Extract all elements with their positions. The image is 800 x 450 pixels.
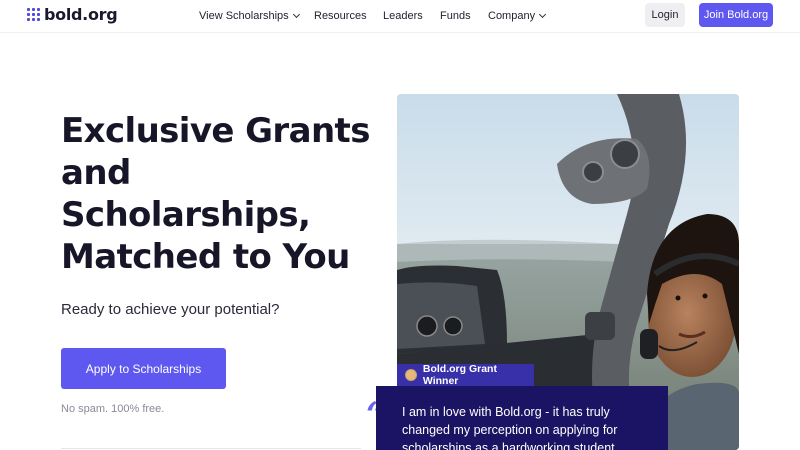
testimonial-quote-line: I am in love with Bold.org - it has trul… (402, 405, 610, 419)
login-button[interactable]: Login (645, 3, 685, 27)
nav-item-label: Funds (440, 10, 471, 22)
nav-item-company[interactable]: Company (488, 10, 547, 22)
nav-item-label: Company (488, 10, 536, 22)
nav-item-resources[interactable]: Resources (314, 10, 367, 22)
hero-title-line: Matched to You (61, 237, 350, 277)
hero-title-line: and (61, 153, 131, 193)
chevron-down-icon (539, 10, 547, 19)
testimonial-card: I am in love with Bold.org - it has trul… (376, 386, 668, 450)
section-divider (61, 448, 361, 449)
nav-item-label: Resources (314, 10, 367, 22)
hero-title-line: Scholarships, (61, 195, 311, 235)
nav-item-funds[interactable]: Funds (440, 10, 471, 22)
hero-subtitle: Ready to achieve your potential? (61, 301, 280, 318)
nav-divider (0, 32, 800, 33)
join-button[interactable]: Join Bold.org (699, 3, 773, 27)
nav-item-leaders[interactable]: Leaders (383, 10, 423, 22)
nav-item-label: Leaders (383, 10, 423, 22)
fine-print: No spam. 100% free. (61, 403, 165, 415)
apply-to-scholarships-button[interactable]: Apply to Scholarships (61, 348, 226, 389)
testimonial-quote-line: changed my perception on applying for (402, 423, 618, 437)
hero-title: Exclusive Grants and Scholarships, Match… (61, 110, 381, 278)
grant-winner-badge: Bold.org Grant Winner (397, 363, 534, 387)
testimonial-quote-line: scholarships as a hardworking student (402, 441, 615, 450)
nav-item-view-scholarships[interactable]: View Scholarships (199, 10, 300, 22)
nav-item-label: View Scholarships (199, 10, 289, 22)
badge-label: Bold.org Grant Winner (422, 363, 497, 387)
hero-title-line: Exclusive Grants (61, 111, 370, 151)
medal-icon (405, 369, 417, 381)
top-nav: bold.org View Scholarships Resources Lea… (0, 0, 800, 32)
chevron-down-icon (292, 10, 300, 19)
